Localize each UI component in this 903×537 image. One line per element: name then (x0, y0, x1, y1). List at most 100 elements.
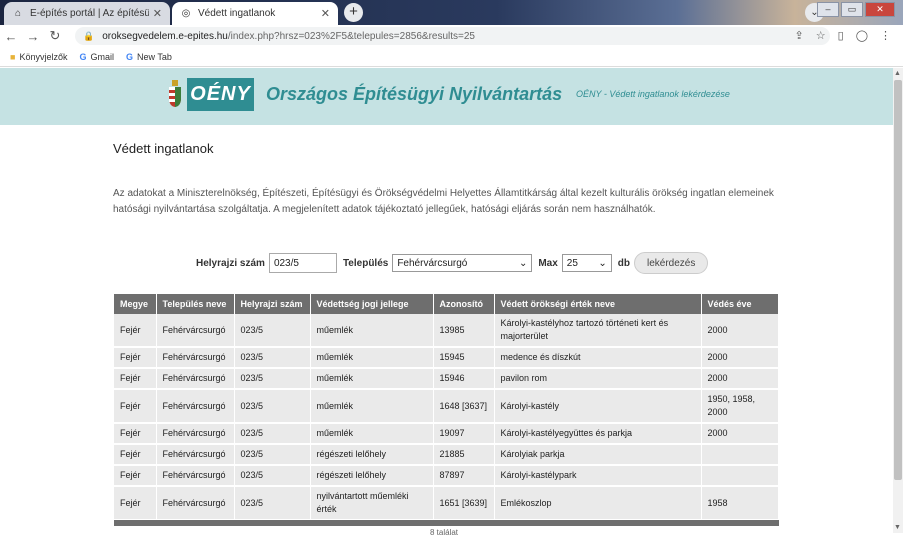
cell: 023/5 (234, 347, 311, 369)
table-row: Fejér Fehérvárcsurgó 023/5 műemlék 13985… (114, 314, 779, 348)
bookmarks-bar: ■ Könyvjelzők G Gmail G New Tab (0, 48, 903, 67)
bookmark-newtab[interactable]: G New Tab (126, 52, 172, 62)
cell: 023/5 (234, 314, 311, 348)
share-icon[interactable]: ⇪ (795, 29, 804, 42)
lock-icon[interactable]: 🔒 (83, 31, 94, 42)
folder-icon: ■ (10, 52, 16, 62)
cell: Fejér (114, 486, 157, 521)
cell: Fejér (114, 423, 157, 445)
table-row: Fejér Fehérvárcsurgó 023/5 régészeti lel… (114, 465, 779, 487)
cell: 13985 (433, 314, 495, 348)
cell: régészeti lelőhely (310, 465, 434, 487)
cell: 2000 (701, 423, 779, 445)
col-azonosito[interactable]: Azonosító (433, 294, 495, 314)
scroll-up-icon[interactable]: ▲ (894, 70, 901, 77)
table-footer-bar (114, 520, 779, 526)
back-arrow-icon[interactable]: ← (0, 29, 22, 44)
chevron-down-icon: ⌄ (518, 257, 528, 269)
close-icon[interactable]: ✕ (153, 7, 162, 20)
hrsz-input[interactable] (268, 253, 337, 273)
cell: nyilvántartott műemléki érték (310, 486, 434, 521)
bookmark-label: Gmail (90, 52, 114, 62)
bookmark-folder[interactable]: ■ Könyvjelzők (10, 52, 67, 62)
site-title: Országos Építésügyi Nyilvántartás (266, 84, 563, 104)
cell: műemlék (310, 368, 434, 390)
cell: Fehérvárcsurgó (156, 486, 235, 521)
tab-title: Védett ingatlanok (198, 8, 276, 19)
address-bar[interactable]: 🔒 oroksegvedelem.e-epites.hu/index.php?h… (75, 27, 830, 45)
cell: Fehérvárcsurgó (156, 389, 235, 424)
cell: Károlyiak parkja (494, 444, 702, 466)
cell: 2000 (701, 347, 779, 369)
toolbar-actions: ⇪ ☆ ▯ ◯ ⋮ (795, 29, 891, 42)
cell: Fejér (114, 444, 157, 466)
bookmark-label: Könyvjelzők (19, 52, 68, 62)
max-label: Max (538, 257, 558, 269)
close-icon[interactable]: ✕ (321, 7, 330, 20)
scroll-down-icon[interactable]: ▼ (894, 524, 901, 531)
intro-text: Az adatokat a Miniszterelnökség, Építész… (113, 188, 774, 215)
tab-title: E-építés portál | Az építésügy po (30, 8, 149, 19)
telepules-select[interactable]: Fehérvárcsurgó ⌄ (392, 254, 533, 272)
col-nev[interactable]: Védett örökségi érték neve (494, 294, 702, 314)
cell: műemlék (310, 347, 434, 369)
forward-arrow-icon[interactable]: → (22, 29, 44, 44)
maximize-icon[interactable]: ▭ (841, 2, 863, 17)
star-icon[interactable]: ☆ (816, 29, 826, 42)
minimize-icon[interactable]: – (817, 2, 839, 17)
table-row: Fejér Fehérvárcsurgó 023/5 műemlék 15945… (114, 347, 779, 369)
new-tab-button[interactable]: + (344, 3, 363, 22)
window-controls: – ▭ ✕ (817, 2, 895, 17)
cell: 15945 (433, 347, 495, 369)
col-vedes-eve[interactable]: Védés éve (701, 294, 779, 314)
site-logo[interactable]: OÉNY (187, 78, 254, 111)
url-path: /index.php?hrsz=023%2F5&telepules=2856&r… (227, 30, 475, 42)
cell: Károlyi-kastélyhoz tartozó történeti ker… (494, 314, 702, 348)
profile-icon[interactable]: ◯ (856, 29, 868, 42)
bookmark-label: New Tab (137, 52, 172, 62)
cell: 19097 (433, 423, 495, 445)
cell: 023/5 (234, 389, 311, 424)
col-megye[interactable]: Megye (114, 294, 157, 314)
col-hrsz[interactable]: Helyrajzi szám (234, 294, 311, 314)
cell: 023/5 (234, 465, 311, 487)
table-row: Fejér Fehérvárcsurgó 023/5 műemlék 1648 … (114, 389, 779, 424)
google-icon: G (79, 52, 87, 62)
cell: Fehérvárcsurgó (156, 347, 235, 369)
cell: pavilon rom (494, 368, 702, 390)
lekerdezes-button[interactable]: lekérdezés (634, 252, 709, 274)
hrsz-label: Helyrajzi szám (196, 257, 265, 269)
cell: Fehérvárcsurgó (156, 444, 235, 466)
browser-tab-vedett[interactable]: ◎ Védett ingatlanok ✕ (172, 2, 338, 25)
page-scrollbar[interactable]: ▲ ▼ (893, 68, 903, 533)
window-close-icon[interactable]: ✕ (865, 2, 895, 17)
cell: Fejér (114, 389, 157, 424)
cell: műemlék (310, 423, 434, 445)
cell: műemlék (310, 314, 434, 348)
col-telepules[interactable]: Település neve (156, 294, 235, 314)
sidebar-icon[interactable]: ▯ (838, 29, 844, 42)
cell: 21885 (433, 444, 495, 466)
menu-dots-icon[interactable]: ⋮ (880, 29, 891, 42)
reload-icon[interactable]: ↻ (44, 28, 66, 44)
table-header-row: Megye Település neve Helyrajzi szám Véde… (114, 294, 779, 314)
col-jelleg[interactable]: Védettség jogi jellege (310, 294, 434, 314)
scrollbar-thumb[interactable] (894, 80, 902, 480)
max-select[interactable]: 25 ⌄ (561, 254, 612, 272)
browser-tab-bar: ⌂ E-építés portál | Az építésügy po ✕ ◎ … (0, 0, 903, 25)
cell: Károlyi-kastély (494, 389, 702, 424)
cell: Fejér (114, 347, 157, 369)
cell (701, 465, 779, 487)
chevron-down-icon: ⌄ (598, 257, 607, 269)
cell: Károlyi-kastélypark (494, 465, 702, 487)
browser-tab-eepites[interactable]: ⌂ E-építés portál | Az építésügy po ✕ (4, 2, 170, 25)
cell: Fejér (114, 314, 157, 348)
cell: műemlék (310, 389, 434, 424)
cell: Fejér (114, 465, 157, 487)
bookmark-gmail[interactable]: G Gmail (79, 52, 114, 62)
db-label: db (617, 257, 630, 269)
cell: Emlékoszlop (494, 486, 702, 521)
cell: Fehérvárcsurgó (156, 423, 235, 445)
table-row: Fejér Fehérvárcsurgó 023/5 nyilvántartot… (114, 486, 779, 521)
home-icon: ⌂ (14, 8, 22, 19)
